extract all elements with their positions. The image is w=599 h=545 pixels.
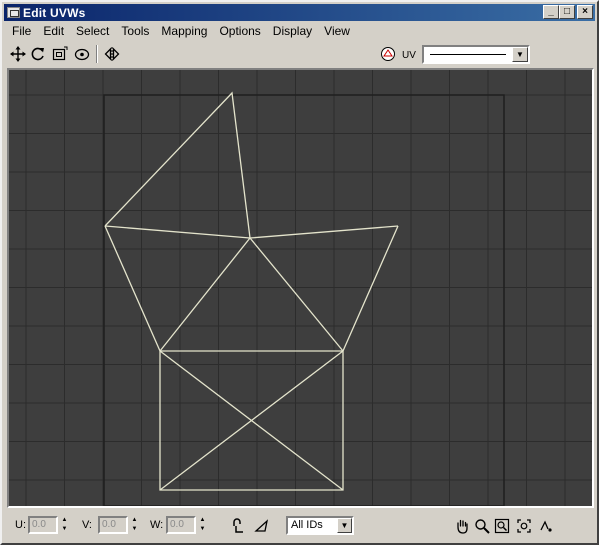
zoom-region-button[interactable] xyxy=(492,516,512,536)
snap-button[interactable] xyxy=(536,516,556,536)
title-bar[interactable]: Edit UVWs _ □ × xyxy=(4,4,595,21)
minimize-button[interactable]: _ xyxy=(543,5,559,19)
u-label: U: xyxy=(15,519,26,531)
status-bar: U: 0.0 ▲▼ V: 0.0 ▲▼ W: 0.0 ▲▼ All IDs xyxy=(6,512,595,538)
zoom-region-icon xyxy=(494,518,510,534)
w-spinner[interactable]: 0.0 ▲ ▼ xyxy=(166,516,207,534)
v-field[interactable]: 0.0 xyxy=(98,516,128,534)
uv-label: UV xyxy=(402,50,416,61)
filter-icon xyxy=(254,519,269,532)
scale-icon xyxy=(52,46,68,61)
move-tool-button[interactable] xyxy=(8,44,28,64)
pan-icon xyxy=(457,519,468,534)
menu-options[interactable]: Options xyxy=(213,22,266,40)
w-field[interactable]: 0.0 xyxy=(166,516,196,534)
menu-tools[interactable]: Tools xyxy=(115,22,155,40)
uv-canvas[interactable] xyxy=(9,70,592,506)
toolbar-separator xyxy=(96,45,98,63)
lock-icon xyxy=(233,518,243,533)
pan-button[interactable] xyxy=(452,516,472,536)
menu-edit[interactable]: Edit xyxy=(37,22,70,40)
close-button[interactable]: × xyxy=(577,5,593,19)
filter-selected-button[interactable] xyxy=(252,516,272,536)
w-label: W: xyxy=(150,519,164,531)
zoom-button[interactable] xyxy=(472,516,492,536)
snap-icon xyxy=(540,520,552,532)
freeform-tool-button[interactable] xyxy=(72,44,92,64)
move-icon xyxy=(10,46,26,62)
zoom-extents-button[interactable] xyxy=(514,516,534,536)
rotate-icon xyxy=(31,47,44,61)
zoom-icon xyxy=(475,519,490,534)
app-icon xyxy=(7,7,20,18)
window-title: Edit UVWs xyxy=(23,5,86,20)
map-channel-value xyxy=(430,54,506,55)
menu-mapping[interactable]: Mapping xyxy=(155,22,213,40)
maximize-button[interactable]: □ xyxy=(559,5,575,19)
uv-toggle-button[interactable] xyxy=(378,44,398,64)
ids-dropdown[interactable]: All IDs ▼ xyxy=(286,516,354,535)
freeform-icon xyxy=(74,48,90,61)
zoom-extents-icon xyxy=(517,519,531,533)
mirror-icon xyxy=(104,47,120,61)
menu-bar: File Edit Select Tools Mapping Options D… xyxy=(6,22,356,40)
edit-uvws-window: Edit UVWs _ □ × File Edit Select Tools M… xyxy=(0,0,599,545)
u-spinner[interactable]: 0.0 ▲ ▼ xyxy=(28,516,69,534)
chevron-down-icon[interactable]: ▼ xyxy=(337,518,352,533)
v-spinner[interactable]: 0.0 ▲ ▼ xyxy=(98,516,139,534)
window-controls: _ □ × xyxy=(543,5,593,19)
toolbar: UV ▼ xyxy=(6,41,595,67)
ids-value: All IDs xyxy=(291,519,323,531)
menu-display[interactable]: Display xyxy=(267,22,318,40)
menu-select[interactable]: Select xyxy=(70,22,115,40)
rotate-tool-button[interactable] xyxy=(28,44,48,64)
u-field[interactable]: 0.0 xyxy=(28,516,58,534)
map-channel-dropdown[interactable]: ▼ xyxy=(422,45,530,64)
scale-tool-button[interactable] xyxy=(50,44,70,64)
uv-map-icon xyxy=(381,47,395,61)
menu-view[interactable]: View xyxy=(318,22,356,40)
v-label: V: xyxy=(82,519,92,531)
menu-file[interactable]: File xyxy=(6,22,37,40)
lock-selection-button[interactable] xyxy=(228,516,248,536)
uv-editor-viewport[interactable] xyxy=(7,68,594,508)
chevron-down-icon[interactable]: ▼ xyxy=(512,47,528,62)
mirror-tool-button[interactable] xyxy=(102,44,122,64)
